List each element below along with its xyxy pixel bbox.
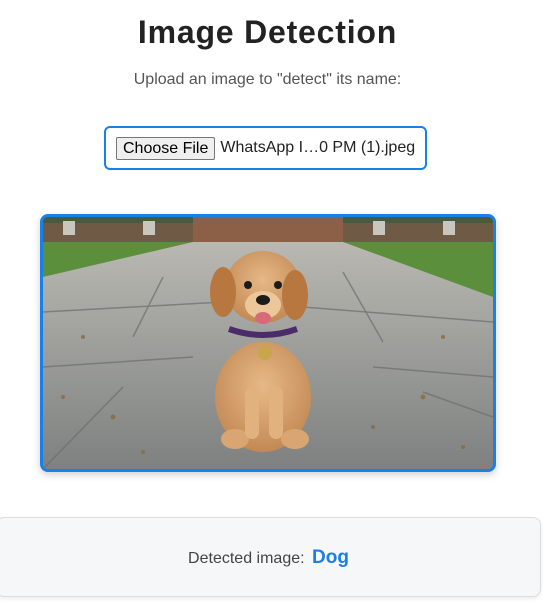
page-title: Image Detection [137,14,398,50]
selected-file-name: WhatsApp I…0 PM (1).jpeg [220,139,416,156]
result-value: Dog [312,547,349,568]
page-subtitle: Upload an image to "detect" its name: [133,71,402,88]
puppy-photo [43,217,493,469]
detection-result-card: Detected image: Dog [0,517,541,597]
choose-file-button[interactable]: Choose File [116,136,216,160]
uploaded-image-preview [40,214,496,472]
result-label: Detected image: [188,550,305,567]
image-detection-page: Image Detection Upload an image to "dete… [0,0,543,603]
file-upload-box[interactable]: Choose File WhatsApp I…0 PM (1).jpeg [104,126,427,170]
detection-result: Detected image: Dog [0,547,540,569]
